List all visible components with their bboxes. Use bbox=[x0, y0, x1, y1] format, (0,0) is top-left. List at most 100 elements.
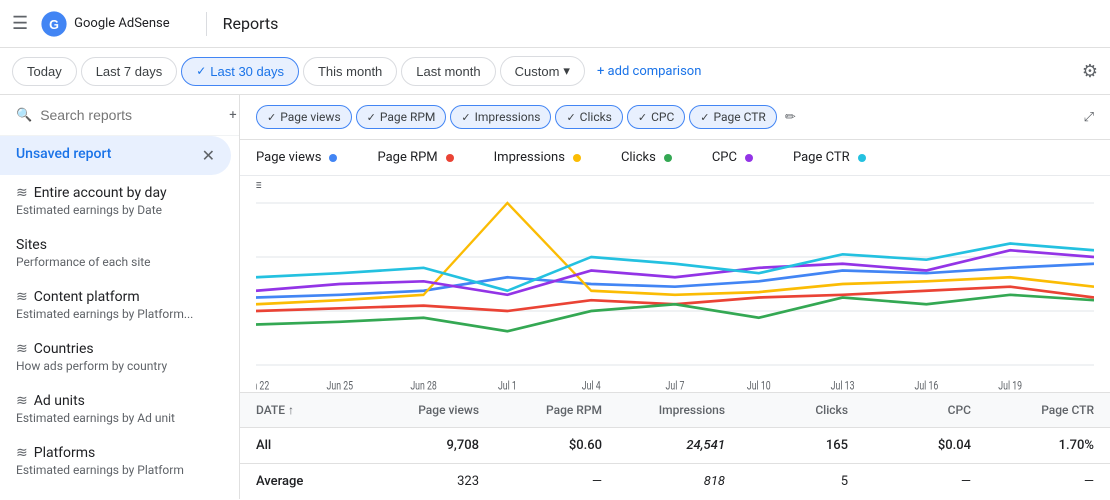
legend-page-rpm: Page RPM bbox=[377, 150, 453, 165]
chart-legend: Page views Page RPM Impressions Clicks C… bbox=[240, 140, 1110, 176]
clicks-dot bbox=[664, 154, 672, 162]
cell-avg-pageviews: 323 bbox=[356, 474, 479, 489]
add-comparison-link[interactable]: + add comparison bbox=[597, 64, 701, 79]
cell-all-pageviews: 9,708 bbox=[356, 438, 479, 453]
col-header-date[interactable]: DATE ↑ bbox=[256, 403, 356, 417]
cell-all-impressions: 24,541 bbox=[602, 438, 725, 453]
x-label-0: Jun 22 bbox=[256, 378, 269, 392]
page-ctr-legend-label: Page CTR bbox=[793, 150, 850, 165]
svg-text:G: G bbox=[49, 17, 59, 31]
adsense-logo-icon: G bbox=[40, 10, 68, 38]
impressions-label: Impressions bbox=[475, 110, 541, 124]
impressions-dot bbox=[573, 154, 581, 162]
filter-cpc[interactable]: CPC bbox=[627, 105, 685, 129]
sidebar-item-title: ≋ Content platform bbox=[16, 289, 205, 305]
filter-page-ctr[interactable]: Page CTR bbox=[689, 105, 777, 129]
table-header-row: DATE ↑ Page views Page RPM Impressions C… bbox=[240, 393, 1110, 428]
x-label-5: Jul 7 bbox=[666, 378, 685, 392]
chart-container: Jun 22 Jun 25 Jun 28 Jul 1 Jul 4 Jul 7 J… bbox=[240, 176, 1110, 392]
last30-button[interactable]: Last 30 days bbox=[181, 57, 299, 86]
cpc-label: CPC bbox=[651, 110, 674, 124]
col-header-cpc[interactable]: CPC bbox=[848, 403, 971, 417]
x-label-8: Jul 16 bbox=[914, 378, 938, 392]
cell-avg-pagerpm: — bbox=[479, 474, 602, 489]
legend-impressions: Impressions bbox=[494, 150, 581, 165]
x-label-6: Jul 10 bbox=[747, 378, 771, 392]
cpc-dot bbox=[745, 154, 753, 162]
data-table: DATE ↑ Page views Page RPM Impressions C… bbox=[240, 392, 1110, 499]
logo-text: Google AdSense bbox=[74, 16, 169, 31]
col-header-impressions[interactable]: Impressions bbox=[602, 403, 725, 417]
last7-button[interactable]: Last 7 days bbox=[81, 57, 178, 86]
sidebar-item-entire-account[interactable]: ≋ Entire account by day Estimated earnin… bbox=[0, 175, 239, 227]
clicks-legend-label: Clicks bbox=[621, 150, 656, 165]
page-title: Reports bbox=[223, 14, 279, 33]
edit-metrics-icon[interactable]: ✏ bbox=[785, 110, 796, 125]
custom-button[interactable]: Custom ▾ bbox=[500, 56, 585, 86]
page-ctr-dot bbox=[858, 154, 866, 162]
col-header-pagectr[interactable]: Page CTR bbox=[971, 403, 1094, 417]
search-input[interactable] bbox=[40, 107, 221, 123]
legend-cpc: CPC bbox=[712, 150, 753, 165]
main-layout: 🔍 + Unsaved report ✕ ≋ Entire account by… bbox=[0, 95, 1110, 499]
sort-asc-icon: ↑ bbox=[288, 403, 294, 417]
chart-align-icon: ≡ bbox=[256, 177, 262, 193]
cell-avg-cpc: — bbox=[848, 474, 971, 489]
x-label-7: Jul 13 bbox=[831, 378, 855, 392]
cell-all-cpc: $0.04 bbox=[848, 438, 971, 453]
x-label-2: Jun 28 bbox=[410, 378, 437, 392]
col-header-clicks[interactable]: Clicks bbox=[725, 403, 848, 417]
cell-all-date: All bbox=[256, 438, 356, 453]
filter-page-rpm[interactable]: Page RPM bbox=[356, 105, 447, 129]
col-header-pageviews[interactable]: Page views bbox=[356, 403, 479, 417]
wavy-icon: ≋ bbox=[16, 393, 28, 409]
sidebar-item-ad-units[interactable]: ≋ Ad units Estimated earnings by Ad unit… bbox=[0, 383, 239, 435]
line-chart: Jun 22 Jun 25 Jun 28 Jul 1 Jul 4 Jul 7 J… bbox=[256, 176, 1094, 392]
sidebar-item-title: ≋ Platforms bbox=[16, 445, 205, 461]
cpc-legend-label: CPC bbox=[712, 150, 737, 165]
filter-page-views[interactable]: Page views bbox=[256, 105, 352, 129]
sidebar: 🔍 + Unsaved report ✕ ≋ Entire account by… bbox=[0, 95, 240, 499]
sidebar-item-unsaved-title: Unsaved report bbox=[16, 146, 202, 162]
col-header-pagerpm[interactable]: Page RPM bbox=[479, 403, 602, 417]
menu-icon[interactable]: ☰ bbox=[12, 13, 28, 34]
page-views-legend-label: Page views bbox=[256, 150, 321, 165]
x-label-3: Jul 1 bbox=[498, 378, 517, 392]
sidebar-item-title: Sites bbox=[16, 237, 205, 253]
thismonth-button[interactable]: This month bbox=[303, 57, 397, 86]
page-rpm-label: Page RPM bbox=[380, 110, 436, 124]
impressions-legend-label: Impressions bbox=[494, 150, 565, 165]
wavy-icon: ≋ bbox=[16, 185, 28, 201]
table-row-all: All 9,708 $0.60 24,541 165 $0.04 1.70% bbox=[240, 428, 1110, 464]
lastmonth-button[interactable]: Last month bbox=[401, 57, 495, 86]
sidebar-item-platforms[interactable]: ≋ Platforms Estimated earnings by Platfo… bbox=[0, 435, 239, 487]
wavy-icon: ≋ bbox=[16, 289, 28, 305]
cell-all-pagectr: 1.70% bbox=[971, 438, 1094, 453]
sidebar-item-countries[interactable]: ≋ Countries How ads perform by country ⋮ bbox=[0, 331, 239, 383]
close-icon[interactable]: ✕ bbox=[202, 146, 215, 165]
x-label-4: Jul 4 bbox=[582, 378, 601, 392]
expand-chart-icon[interactable]: ⤢ bbox=[1084, 110, 1094, 125]
legend-page-ctr: Page CTR bbox=[793, 150, 866, 165]
sidebar-item-title: ≋ Entire account by day bbox=[16, 185, 205, 201]
logo: G Google AdSense bbox=[40, 10, 169, 38]
page-views-dot bbox=[329, 154, 337, 162]
clicks-line bbox=[256, 295, 1094, 331]
filter-clicks[interactable]: Clicks bbox=[555, 105, 622, 129]
today-button[interactable]: Today bbox=[12, 57, 77, 86]
wavy-icon: ≋ bbox=[16, 445, 28, 461]
sidebar-item-title: ≋ Ad units bbox=[16, 393, 205, 409]
sidebar-item-unsaved[interactable]: Unsaved report ✕ bbox=[0, 136, 231, 175]
filterbar: Today Last 7 days Last 30 days This mont… bbox=[0, 48, 1110, 95]
settings-icon[interactable]: ⚙ bbox=[1082, 61, 1098, 82]
x-label-9: Jul 19 bbox=[998, 378, 1022, 392]
cell-all-clicks: 165 bbox=[725, 438, 848, 453]
add-report-icon[interactable]: + bbox=[229, 108, 236, 123]
filter-impressions[interactable]: Impressions bbox=[450, 105, 551, 129]
sidebar-item-content-platform[interactable]: ≋ Content platform Estimated earnings by… bbox=[0, 279, 239, 331]
sidebar-item-sites[interactable]: Sites Performance of each site ⋮ bbox=[0, 227, 239, 279]
search-icon: 🔍 bbox=[16, 108, 32, 123]
cell-avg-impressions: 818 bbox=[602, 474, 725, 489]
page-rpm-dot bbox=[446, 154, 454, 162]
topbar-divider bbox=[206, 12, 207, 36]
